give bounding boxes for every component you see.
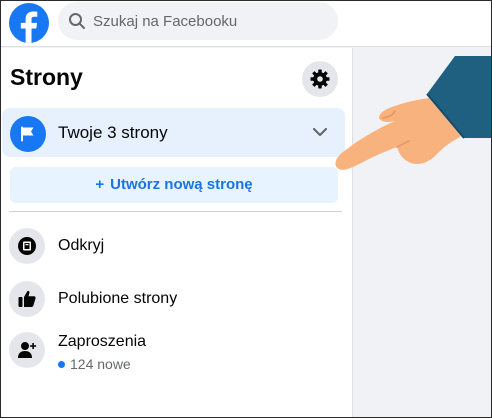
- invite-person-icon: [18, 342, 37, 358]
- pages-sidebar: Strony Twoje 3 strony + Utwórz nową stro…: [1, 48, 353, 417]
- sidebar-item-invitations[interactable]: Zaproszenia 124 nowe: [1, 328, 353, 380]
- your-pages-row[interactable]: Twoje 3 strony: [2, 108, 345, 157]
- chevron-down-icon[interactable]: [312, 126, 328, 138]
- gear-icon: [310, 69, 330, 89]
- plus-icon: +: [95, 176, 105, 193]
- create-page-button[interactable]: + Utwórz nową stronę: [10, 167, 338, 203]
- invite-person-icon-badge: [9, 332, 45, 368]
- your-pages-label: Twoje 3 strony: [58, 123, 168, 142]
- top-bar: [1, 1, 491, 47]
- facebook-logo[interactable]: [9, 3, 49, 43]
- create-page-label: Utwórz nową stronę: [110, 176, 253, 193]
- divider: [9, 211, 342, 212]
- discover-icon-badge: [9, 228, 45, 264]
- unread-dot: [58, 361, 65, 368]
- pointing-hand-illustration: [335, 56, 491, 170]
- sidebar-item-label: Odkryj: [58, 237, 105, 254]
- thumbs-up-icon-badge: [9, 281, 45, 317]
- flag-icon: [21, 126, 34, 142]
- search-icon: [69, 13, 85, 29]
- facebook-pages-window: Strony: [0, 0, 492, 418]
- flag-badge: [10, 116, 46, 152]
- sidebar-item-liked-pages[interactable]: Polubione strony: [1, 273, 353, 325]
- search-box[interactable]: [58, 2, 338, 40]
- new-invitations-text: 124 nowe: [70, 356, 131, 372]
- thumbs-up-icon: [18, 290, 36, 307]
- sidebar-item-label: Zaproszenia: [58, 333, 147, 350]
- new-invitations-count: 124 nowe: [58, 356, 131, 372]
- search-input[interactable]: [93, 2, 323, 40]
- page-title: Strony: [10, 64, 83, 90]
- sidebar-item-label: Polubione strony: [58, 290, 178, 307]
- sidebar-item-discover[interactable]: Odkryj: [1, 220, 353, 272]
- discover-icon: [18, 237, 36, 255]
